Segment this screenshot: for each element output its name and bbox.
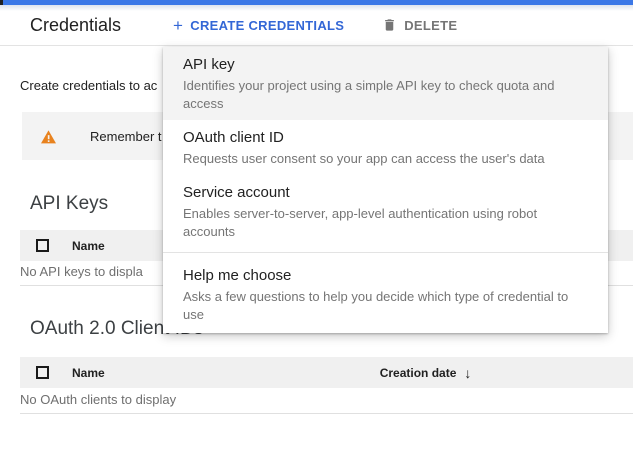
delete-button[interactable]: DELETE bbox=[382, 17, 457, 33]
plus-icon: + bbox=[173, 19, 183, 32]
menu-item-title: Help me choose bbox=[183, 266, 588, 286]
create-credentials-button[interactable]: + CREATE CREDENTIALS bbox=[173, 18, 344, 33]
menu-item-description: Asks a few questions to help you decide … bbox=[183, 288, 588, 324]
menu-item-service-account[interactable]: Service account Enables server-to-server… bbox=[163, 175, 608, 248]
page-header: Credentials + CREATE CREDENTIALS DELETE bbox=[0, 5, 633, 46]
credentials-page: Credentials + CREATE CREDENTIALS DELETE … bbox=[0, 0, 633, 449]
menu-item-api-key[interactable]: API key Identifies your project using a … bbox=[163, 47, 608, 120]
menu-item-description: Identifies your project using a simple A… bbox=[183, 77, 588, 113]
sort-descending-icon: ↓ bbox=[464, 365, 471, 381]
menu-divider bbox=[163, 252, 608, 253]
menu-item-description: Requests user consent so your app can ac… bbox=[183, 150, 588, 168]
menu-item-title: OAuth client ID bbox=[183, 128, 588, 148]
page-title: Credentials bbox=[30, 15, 121, 36]
api-keys-select-all-checkbox[interactable] bbox=[36, 239, 49, 252]
trash-icon bbox=[382, 17, 397, 33]
create-credentials-label: CREATE CREDENTIALS bbox=[190, 18, 344, 33]
create-credentials-dropdown: API key Identifies your project using a … bbox=[163, 47, 608, 333]
oauth-name-column-header: Name bbox=[72, 366, 105, 380]
api-keys-heading: API Keys bbox=[30, 193, 108, 215]
oauth-creation-date-column-header[interactable]: Creation date ↓ bbox=[380, 365, 472, 381]
creation-date-label: Creation date bbox=[380, 366, 457, 380]
oauth-table-header: Name Creation date ↓ bbox=[20, 357, 633, 388]
menu-item-help-me-choose[interactable]: Help me choose Asks a few questions to h… bbox=[163, 258, 608, 331]
intro-text: Create credentials to ac bbox=[20, 78, 157, 93]
menu-item-description: Enables server-to-server, app-level auth… bbox=[183, 205, 588, 241]
api-keys-name-column-header: Name bbox=[72, 239, 105, 253]
menu-item-oauth-client-id[interactable]: OAuth client ID Requests user consent so… bbox=[163, 120, 608, 175]
warning-triangle-icon bbox=[40, 129, 57, 144]
warning-text: Remember t bbox=[90, 129, 162, 144]
oauth-select-all-checkbox[interactable] bbox=[36, 366, 49, 379]
menu-item-title: API key bbox=[183, 55, 588, 75]
delete-label: DELETE bbox=[404, 18, 457, 33]
oauth-empty-state: No OAuth clients to display bbox=[20, 392, 633, 414]
menu-item-title: Service account bbox=[183, 183, 588, 203]
